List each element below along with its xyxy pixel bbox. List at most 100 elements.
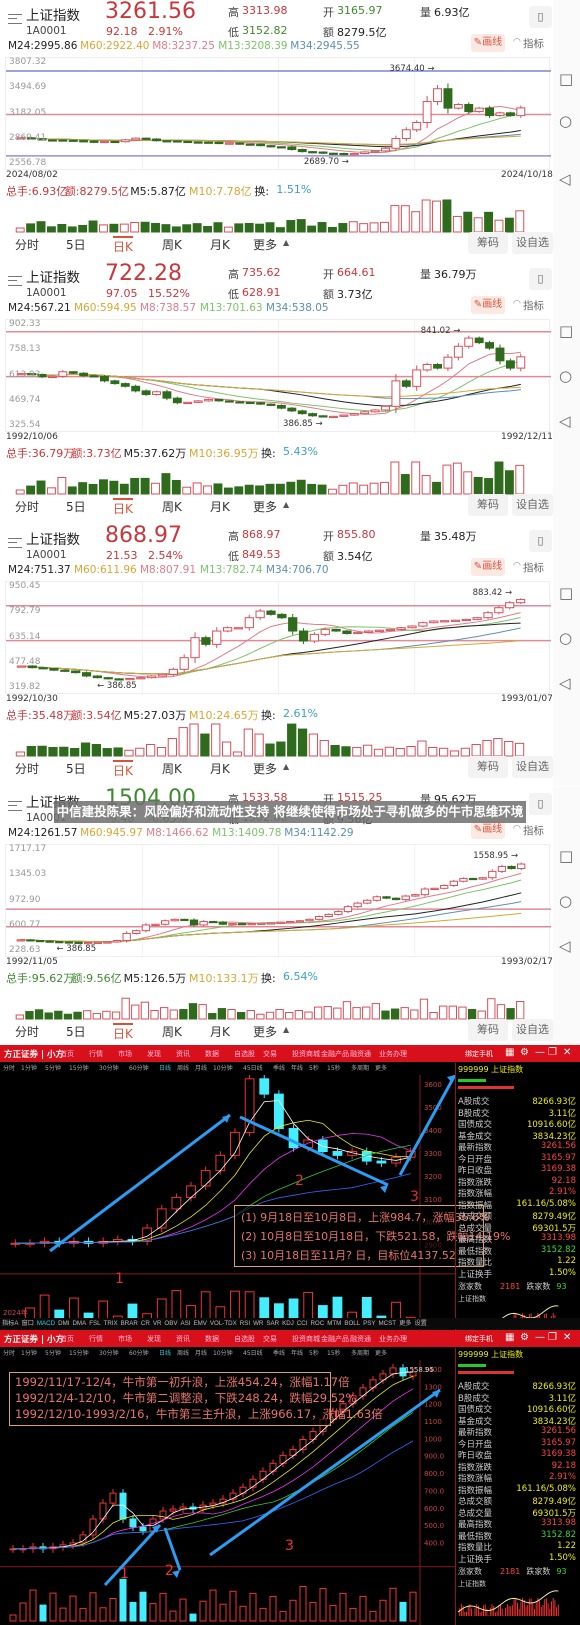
period-9[interactable]: 10分钟 — [213, 1348, 233, 1357]
home-icon[interactable]: ○ — [559, 367, 572, 385]
indicator-7[interactable]: BRAR — [121, 1318, 138, 1329]
chevron-up-icon[interactable]: ▲ — [283, 1025, 289, 1034]
period-16[interactable]: 更多 — [375, 1348, 387, 1357]
menu-item[interactable]: 行情 — [89, 1049, 103, 1059]
kline-chart[interactable]: 841.02 → 386.85 → 902.33 758.13 613.93 469.74… — [5, 319, 551, 433]
tab-weekly-k[interactable]: 周K — [162, 498, 182, 515]
home-icon[interactable]: ○ — [559, 112, 572, 130]
indicator-24[interactable]: 更多 — [399, 1318, 411, 1329]
home-icon[interactable]: ○ — [559, 629, 572, 647]
menu-item[interactable]: 交易 — [263, 1049, 277, 1059]
menu-item[interactable]: 业务办理 — [379, 1334, 407, 1344]
indicator-gauge-icon[interactable]: ◠ — [513, 561, 521, 571]
tab-weekly-k[interactable]: 周K — [162, 1023, 182, 1040]
landscape-toggle-button[interactable]: ▯ — [529, 793, 552, 815]
back-icon[interactable]: ◁ — [559, 170, 571, 188]
add-watchlist-button[interactable]: 设自选 — [512, 1019, 553, 1041]
tab-monthly-k[interactable]: 月K — [210, 760, 230, 777]
menu-icon[interactable] — [8, 14, 22, 24]
tab-intraday[interactable]: 分时 — [15, 236, 39, 253]
tab-daily-k[interactable]: 日K — [113, 498, 133, 517]
period-4[interactable]: 30分钟 — [99, 1348, 119, 1357]
period-0[interactable]: 分时 — [3, 1348, 15, 1357]
tab-daily-k[interactable]: 日K — [113, 236, 133, 255]
indicator-12[interactable]: EMV — [193, 1318, 206, 1329]
menu-item[interactable]: 数据 — [205, 1049, 219, 1059]
tab-more[interactable]: 更多 — [253, 498, 277, 515]
tab-more[interactable]: 更多 — [253, 1023, 277, 1040]
chevron-up-icon[interactable]: ▲ — [283, 238, 289, 247]
settings-icon[interactable]: ⚙ — [520, 1047, 529, 1058]
tab-monthly-k[interactable]: 月K — [210, 498, 230, 515]
menu-item[interactable]: 金融产品 — [321, 1049, 349, 1059]
minimize-icon[interactable]: — — [535, 1047, 545, 1058]
period-13[interactable]: 5秒 — [309, 1348, 319, 1357]
tab-daily-k[interactable]: 日K — [113, 1023, 133, 1042]
period-6[interactable]: 日线 — [159, 1063, 171, 1072]
landscape-toggle-button[interactable]: ▯ — [529, 530, 552, 552]
tab-intraday[interactable]: 分时 — [15, 498, 39, 515]
period-0[interactable]: 分时 — [3, 1063, 15, 1072]
menu-item[interactable]: 首页 — [60, 1049, 74, 1059]
indicator-button[interactable]: 指标 — [523, 298, 544, 313]
period-6[interactable]: 日线 — [159, 1348, 171, 1357]
draw-line-button[interactable]: ✎画线 — [471, 34, 505, 52]
indicator-3[interactable]: DMI — [58, 1318, 69, 1329]
menu-item[interactable]: 金融产品 — [321, 1334, 349, 1344]
menu-item[interactable]: 发现 — [147, 1049, 161, 1059]
indicator-6[interactable]: TRIX — [104, 1318, 118, 1329]
tab-5day[interactable]: 5日 — [66, 236, 86, 253]
period-3[interactable]: 15分钟 — [69, 1063, 89, 1072]
period-13[interactable]: 5秒 — [309, 1063, 319, 1072]
chevron-up-icon[interactable]: ▲ — [283, 762, 289, 771]
close-icon[interactable]: ✕ — [563, 1332, 571, 1343]
period-11[interactable]: 季线 — [273, 1063, 285, 1072]
back-icon[interactable]: ◁ — [559, 674, 571, 692]
period-12[interactable]: 年线 — [291, 1348, 303, 1357]
chips-button[interactable]: 筹码 — [468, 756, 508, 778]
draw-line-button[interactable]: ✎画线 — [471, 558, 505, 576]
layout-icon[interactable]: ▦ — [505, 1332, 514, 1343]
indicator-1[interactable]: 窗口 — [22, 1318, 34, 1329]
indicator-21[interactable]: BOLL — [344, 1318, 360, 1329]
indicator-14[interactable]: RSI — [240, 1318, 250, 1329]
period-14[interactable]: 15秒 — [327, 1348, 341, 1357]
menu-item[interactable]: 资讯 — [176, 1334, 190, 1344]
draw-line-button[interactable]: ✎画线 — [471, 296, 505, 314]
draw-line-button[interactable]: ✎画线 — [471, 821, 505, 839]
indicator-15[interactable]: WR — [253, 1318, 263, 1329]
indicator-4[interactable]: DMA — [72, 1318, 86, 1329]
indicator-19[interactable]: ROC — [310, 1318, 324, 1329]
menu-item[interactable]: 交易 — [263, 1334, 277, 1344]
bind-phone-link[interactable]: 绑定手机 — [465, 1049, 493, 1059]
add-watchlist-button[interactable]: 设自选 — [512, 756, 553, 778]
menu-icon[interactable] — [8, 801, 22, 811]
indicator-10[interactable]: OBV — [164, 1318, 177, 1329]
period-7[interactable]: 周线 — [177, 1348, 189, 1357]
menu-item[interactable]: 行情 — [89, 1334, 103, 1344]
menu-icon[interactable] — [8, 276, 22, 286]
period-15[interactable]: 多周期 — [351, 1348, 369, 1357]
recent-apps-icon[interactable]: □ — [559, 847, 573, 865]
recent-apps-icon[interactable]: □ — [559, 322, 573, 340]
period-14[interactable]: 15秒 — [327, 1063, 341, 1072]
period-3[interactable]: 15分钟 — [69, 1348, 89, 1357]
period-12[interactable]: 年线 — [291, 1063, 303, 1072]
period-5[interactable]: 60分钟 — [129, 1063, 149, 1072]
period-16[interactable]: 更多 — [375, 1063, 387, 1072]
tab-5day[interactable]: 5日 — [66, 498, 86, 515]
tab-5day[interactable]: 5日 — [66, 760, 86, 777]
menu-item[interactable]: 融资通 — [350, 1049, 371, 1059]
chips-button[interactable]: 筹码 — [468, 232, 508, 254]
tab-weekly-k[interactable]: 周K — [162, 236, 182, 253]
period-1[interactable]: 1分钟 — [21, 1348, 37, 1357]
menu-item[interactable]: 市场 — [118, 1049, 132, 1059]
menu-item[interactable]: 资讯 — [176, 1049, 190, 1059]
indicator-18[interactable]: CCI — [297, 1318, 308, 1329]
period-15[interactable]: 多周期 — [351, 1063, 369, 1072]
indicator-20[interactable]: MTM — [327, 1318, 341, 1329]
kline-chart[interactable]: 1558.95 → ← 386.85 1717.17 1345.03 972.90 600… — [5, 844, 551, 958]
kline-chart[interactable]: 3674.40 → 2689.70 → 3807.32 3494.69 3182.05 2… — [5, 57, 551, 171]
tab-monthly-k[interactable]: 月K — [210, 1023, 230, 1040]
menu-item[interactable]: 业务办理 — [379, 1049, 407, 1059]
